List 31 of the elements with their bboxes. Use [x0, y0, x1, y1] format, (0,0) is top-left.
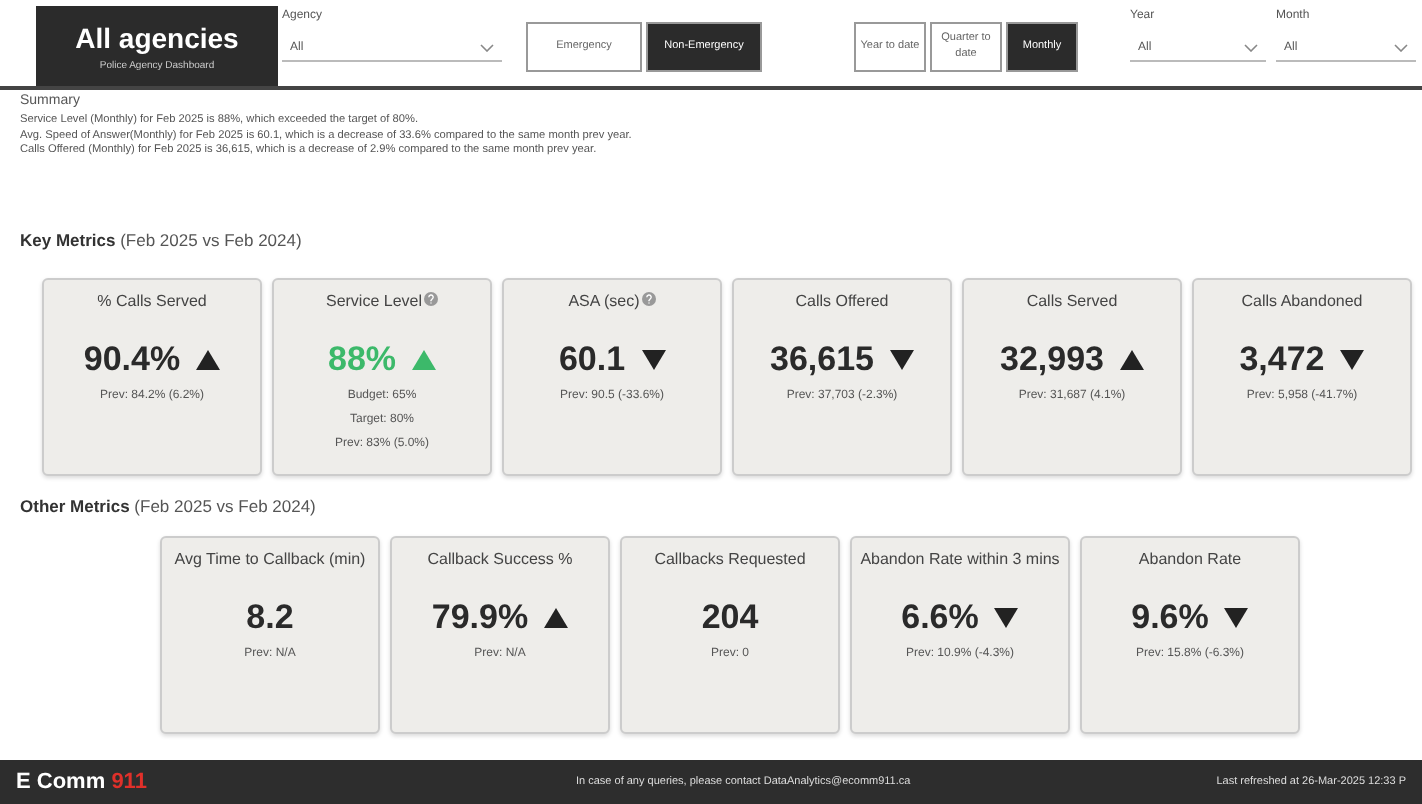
- metric-title: Abandon Rate within 3 mins: [860, 550, 1060, 570]
- metric-value: 9.6%: [1131, 598, 1209, 638]
- metric-value: 36,615: [770, 340, 874, 380]
- chevron-down-icon: [1394, 43, 1408, 51]
- chevron-down-icon: [1244, 43, 1258, 51]
- section-title: Other Metrics: [20, 496, 130, 516]
- chevron-down-icon: [480, 43, 494, 51]
- dashboard-title: All agencies: [75, 21, 239, 53]
- metric-title: Calls Offered: [795, 292, 889, 312]
- metric-value: 32,993: [1000, 340, 1104, 380]
- metric-value: 90.4%: [83, 340, 181, 380]
- metric-value: 79.9%: [431, 598, 529, 638]
- metric-title: Avg Time to Callback (min): [174, 550, 366, 570]
- section-period: (Feb 2025 vs Feb 2024): [134, 496, 316, 516]
- metric-value: 88%: [327, 340, 397, 380]
- section-period: (Feb 2025 vs Feb 2024): [120, 230, 302, 250]
- metric-title: Abandon Rate: [1138, 550, 1242, 570]
- metric-value: 3,472: [1239, 340, 1325, 380]
- metric-value: 8.2: [246, 598, 294, 638]
- metric-value: 60.1: [558, 340, 626, 380]
- metric-title: Callbacks Requested: [654, 550, 806, 570]
- section-title: Key Metrics: [20, 230, 116, 250]
- metric-title: Service Level: [325, 292, 423, 312]
- metric-title: Callback Success %: [427, 550, 573, 570]
- metric-value: 6.6%: [901, 598, 979, 638]
- metric-title: Calls Abandoned: [1241, 292, 1363, 312]
- metric-title: % Calls Served: [97, 292, 207, 312]
- metric-title: ASA (sec): [568, 292, 640, 312]
- metric-title: Calls Served: [1026, 292, 1118, 312]
- footer-logo: E Comm 911: [16, 770, 149, 794]
- metric-value: 204: [701, 598, 759, 638]
